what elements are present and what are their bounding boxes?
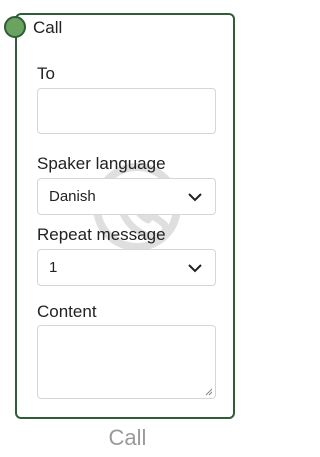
repeat-message-value: 1 <box>49 259 58 276</box>
content-label: Content <box>37 302 97 321</box>
to-input[interactable] <box>37 88 216 134</box>
to-label: To <box>37 64 55 83</box>
node-title: Call <box>33 18 63 37</box>
speaker-language-label: Spaker language <box>37 154 166 173</box>
speaker-language-value: Danish <box>49 188 96 205</box>
content-textarea[interactable] <box>37 325 216 399</box>
resize-handle-icon[interactable] <box>203 386 213 396</box>
repeat-message-label: Repeat message <box>37 225 166 244</box>
node-connector-dot[interactable] <box>4 16 26 38</box>
repeat-message-select[interactable]: 1 <box>37 249 216 286</box>
chevron-down-icon <box>188 192 202 201</box>
node-footer-label: Call <box>108 425 147 450</box>
chevron-down-icon <box>188 263 202 272</box>
speaker-language-select[interactable]: Danish <box>37 178 216 215</box>
